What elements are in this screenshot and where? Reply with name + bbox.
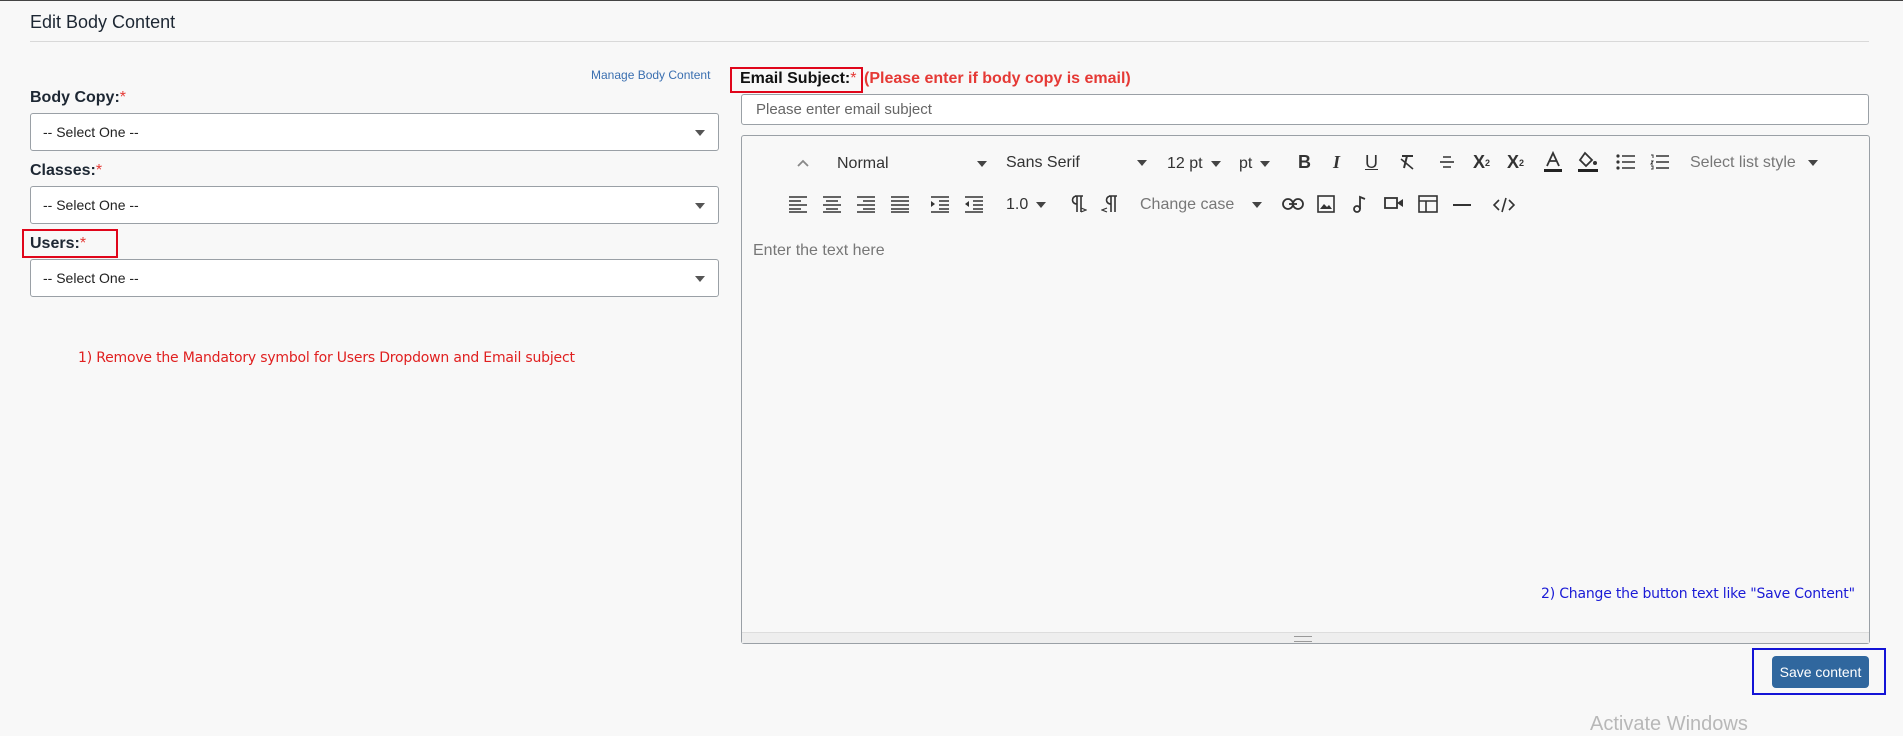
title-divider (30, 41, 1869, 42)
line-height-value: 1.0 (1006, 196, 1029, 213)
annotation-box-email (730, 67, 863, 93)
rtl-icon[interactable] (1101, 194, 1121, 214)
bullet-list-icon[interactable] (1616, 154, 1636, 170)
collapse-icon[interactable] (796, 158, 810, 168)
chevron-down-icon (1260, 161, 1271, 167)
editor-body[interactable]: Enter the text here (753, 242, 885, 260)
manage-body-content-link[interactable]: Manage Body Content (591, 68, 710, 82)
horizontal-rule-icon[interactable] (1453, 203, 1471, 207)
chevron-down-icon (977, 161, 987, 167)
align-justify-icon[interactable] (890, 195, 910, 213)
audio-icon[interactable] (1352, 195, 1366, 213)
required-mark: * (119, 89, 127, 106)
align-right-icon[interactable] (856, 195, 876, 213)
italic-icon[interactable]: I (1333, 152, 1340, 173)
annotation-note-1: 1) Remove the Mandatory symbol for Users… (78, 350, 575, 366)
chevron-down-icon (1036, 202, 1047, 208)
chevron-down-icon (1210, 161, 1221, 167)
chevron-down-icon (695, 130, 705, 136)
change-case-dropdown[interactable]: Change case (1140, 196, 1263, 214)
indent-icon[interactable] (930, 195, 950, 213)
font-unit-dropdown[interactable]: pt (1239, 155, 1271, 173)
underline-icon[interactable]: U (1365, 152, 1378, 173)
email-subject-hint: (Please enter if body copy is email) (864, 70, 1131, 87)
outdent-icon[interactable] (964, 195, 984, 213)
bold-icon[interactable]: B (1298, 152, 1311, 173)
editor-statusbar (742, 632, 1869, 643)
classes-selected-value: -- Select One -- (43, 197, 139, 213)
font-color-icon[interactable] (1543, 151, 1563, 173)
strikethrough-icon[interactable] (1438, 153, 1456, 171)
subscript-icon[interactable]: X2 (1507, 152, 1524, 173)
save-content-button[interactable]: Save content (1772, 656, 1869, 688)
top-border (0, 0, 1903, 1)
image-icon[interactable] (1317, 195, 1335, 213)
align-center-icon[interactable] (822, 195, 842, 213)
list-style-dropdown[interactable]: Select list style (1690, 154, 1818, 172)
font-size-dropdown[interactable]: 12 pt (1167, 155, 1221, 173)
superscript-icon[interactable]: X2 (1473, 152, 1490, 173)
body-copy-label: Body Copy:* (30, 89, 127, 106)
change-case-value: Change case (1140, 196, 1235, 213)
annotation-box-users (22, 229, 118, 258)
font-family-value: Sans Serif (1006, 154, 1080, 171)
activate-windows-watermark: Activate Windows (1590, 713, 1748, 735)
heading-value: Normal (837, 155, 889, 172)
chevron-down-icon (1137, 160, 1147, 166)
code-view-icon[interactable] (1493, 197, 1515, 213)
highlight-color-icon[interactable] (1577, 151, 1599, 173)
align-left-icon[interactable] (788, 195, 808, 213)
body-copy-selected-value: -- Select One -- (43, 124, 139, 140)
font-family-dropdown[interactable]: Sans Serif (1006, 154, 1147, 172)
list-style-value: Select list style (1690, 154, 1796, 171)
line-height-dropdown[interactable]: 1.0 (1006, 196, 1047, 214)
classes-label: Classes:* (30, 162, 103, 179)
users-selected-value: -- Select One -- (43, 270, 139, 286)
font-size-value: 12 pt (1167, 155, 1203, 172)
users-select[interactable]: -- Select One -- (30, 259, 719, 297)
numbered-list-icon[interactable] (1650, 154, 1670, 170)
rich-text-editor: Normal Sans Serif 12 pt pt B I U X2 X2 S… (741, 135, 1870, 644)
table-icon[interactable] (1418, 195, 1438, 213)
page-title: Edit Body Content (30, 12, 176, 32)
chevron-down-icon (1252, 202, 1263, 208)
body-copy-select[interactable]: -- Select One -- (30, 113, 719, 151)
ltr-icon[interactable] (1067, 194, 1087, 214)
chevron-down-icon (695, 203, 705, 209)
annotation-note-2: 2) Change the button text like "Save Con… (1541, 586, 1855, 602)
link-icon[interactable] (1282, 197, 1304, 211)
email-subject-input[interactable] (741, 94, 1869, 125)
resize-handle[interactable] (1294, 636, 1312, 642)
required-mark: * (95, 162, 103, 179)
chevron-down-icon (695, 276, 705, 282)
chevron-down-icon (1807, 160, 1818, 166)
font-unit-value: pt (1239, 155, 1253, 172)
video-icon[interactable] (1384, 196, 1404, 210)
heading-dropdown[interactable]: Normal (837, 155, 987, 173)
clear-format-icon[interactable] (1398, 153, 1416, 171)
classes-select[interactable]: -- Select One -- (30, 186, 719, 224)
